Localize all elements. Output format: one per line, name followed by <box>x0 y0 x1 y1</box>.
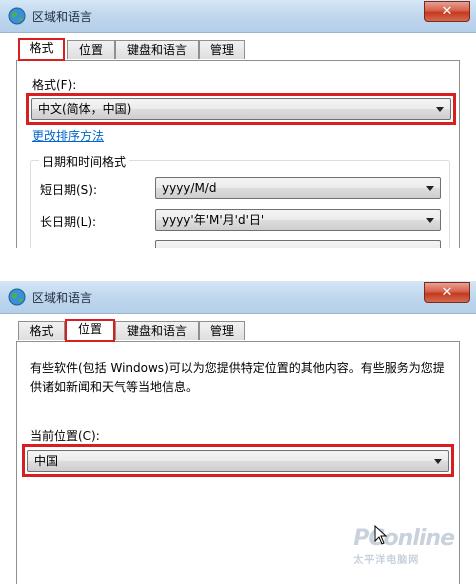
format-select[interactable]: 中文(简体，中国) <box>31 98 451 120</box>
tab-format[interactable]: 格式 <box>18 38 65 61</box>
region-language-window-format: 区域和语言 ✕ 格式 位置 键盘和语言 管理 格式(F): 中文(简体，中国) … <box>0 0 476 248</box>
change-sorting-link[interactable]: 更改排序方法 <box>32 127 104 144</box>
watermark: PConline 太平洋电脑网 <box>353 526 455 566</box>
date-time-formats-group: 日期和时间格式 <box>30 153 450 248</box>
tab-strip: 格式 位置 键盘和语言 管理 <box>16 319 460 342</box>
dropdown-arrow-icon <box>434 459 442 464</box>
tab-administrative[interactable]: 管理 <box>199 40 245 59</box>
current-location-select[interactable]: 中国 <box>27 450 449 472</box>
close-icon: ✕ <box>441 4 453 19</box>
short-date-value: yyyy/M/d <box>162 181 217 195</box>
dropdown-arrow-icon <box>436 107 444 112</box>
location-description: 有些软件(包括 Windows)可以为您提供特定位置的其他内容。有些服务为您提供… <box>30 361 445 394</box>
long-date-select[interactable]: yyyy'年'M'月'd'日' <box>155 209 441 231</box>
current-location-label: 当前位置(C): <box>30 429 100 443</box>
group-title: 日期和时间格式 <box>39 153 130 170</box>
title-bar: 区域和语言 ✕ <box>0 0 476 33</box>
globe-icon <box>8 288 26 306</box>
globe-icon <box>8 7 26 25</box>
watermark-brand: PConline <box>353 526 455 551</box>
mouse-cursor-icon <box>374 525 388 545</box>
format-label: 格式(F): <box>32 78 77 92</box>
time-select-partial[interactable] <box>155 240 441 248</box>
tab-format[interactable]: 格式 <box>18 321 65 340</box>
close-button[interactable]: ✕ <box>424 282 470 303</box>
tab-location[interactable]: 位置 <box>67 40 115 59</box>
long-date-label: 长日期(L): <box>40 215 97 229</box>
short-date-select[interactable]: yyyy/M/d <box>155 177 441 199</box>
tab-location[interactable]: 位置 <box>65 319 115 342</box>
watermark-sub: 太平洋电脑网 <box>353 555 420 566</box>
tab-keyboard-language[interactable]: 键盘和语言 <box>115 40 199 59</box>
dropdown-arrow-icon <box>426 186 434 191</box>
format-select-value: 中文(简体，中国) <box>38 102 132 116</box>
region-language-window-location: 区域和语言 ✕ 格式 位置 键盘和语言 管理 有些软件(包括 Windows)可… <box>0 281 476 584</box>
window-title: 区域和语言 <box>32 10 93 24</box>
long-date-value: yyyy'年'M'月'd'日' <box>162 213 265 227</box>
close-button[interactable]: ✕ <box>424 1 470 22</box>
tab-strip: 格式 位置 键盘和语言 管理 <box>16 38 460 61</box>
close-icon: ✕ <box>441 285 453 300</box>
current-location-value: 中国 <box>34 454 59 468</box>
dropdown-arrow-icon <box>426 218 434 223</box>
window-title: 区域和语言 <box>32 291 93 305</box>
tab-keyboard-language[interactable]: 键盘和语言 <box>115 321 199 340</box>
short-date-label: 短日期(S): <box>40 183 98 197</box>
title-bar: 区域和语言 ✕ <box>0 281 476 314</box>
tab-administrative[interactable]: 管理 <box>199 321 245 340</box>
